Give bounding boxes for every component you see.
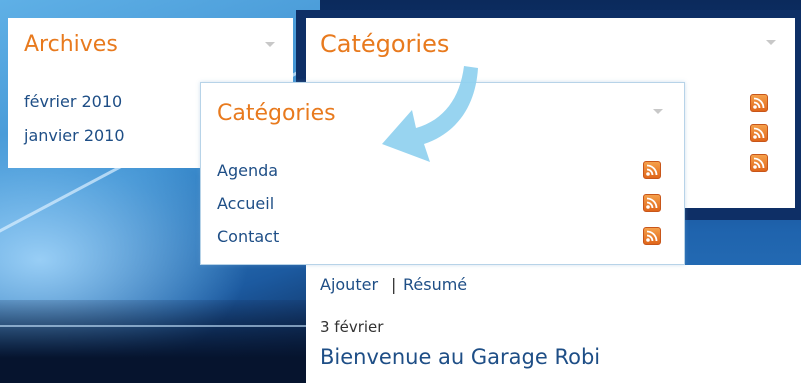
- categories-title-background: Catégories: [320, 30, 450, 58]
- main-content: Ajouter | Résumé 3 février Bienvenue au …: [306, 265, 801, 383]
- link-separator: |: [391, 275, 397, 294]
- post-date: 3 février: [320, 318, 384, 336]
- chevron-down-icon[interactable]: [265, 42, 275, 47]
- categories-title: Catégories: [217, 101, 336, 126]
- category-link-agenda[interactable]: Agenda: [217, 161, 278, 180]
- archives-title: Archives: [24, 32, 118, 57]
- category-link-contact[interactable]: Contact: [217, 227, 279, 246]
- archive-link-jan-2010[interactable]: janvier 2010: [24, 126, 125, 145]
- rss-feed-icon[interactable]: [643, 161, 661, 179]
- background-shadow: [0, 300, 320, 383]
- rss-feed-icon[interactable]: [643, 194, 661, 212]
- archive-link-feb-2010[interactable]: février 2010: [24, 92, 122, 111]
- rss-feed-icon[interactable]: [750, 154, 768, 172]
- category-link-accueil[interactable]: Accueil: [217, 194, 274, 213]
- chevron-down-icon[interactable]: [653, 109, 663, 114]
- add-link[interactable]: Ajouter: [320, 275, 378, 294]
- post-title-link[interactable]: Bienvenue au Garage Robi: [320, 345, 600, 369]
- chevron-down-icon[interactable]: [766, 40, 776, 45]
- background-light-line: [0, 325, 330, 327]
- curved-arrow-icon: [382, 66, 478, 162]
- rss-feed-icon[interactable]: [643, 227, 661, 245]
- rss-feed-icon[interactable]: [750, 94, 768, 112]
- summary-link[interactable]: Résumé: [403, 275, 467, 294]
- rss-feed-icon[interactable]: [750, 124, 768, 142]
